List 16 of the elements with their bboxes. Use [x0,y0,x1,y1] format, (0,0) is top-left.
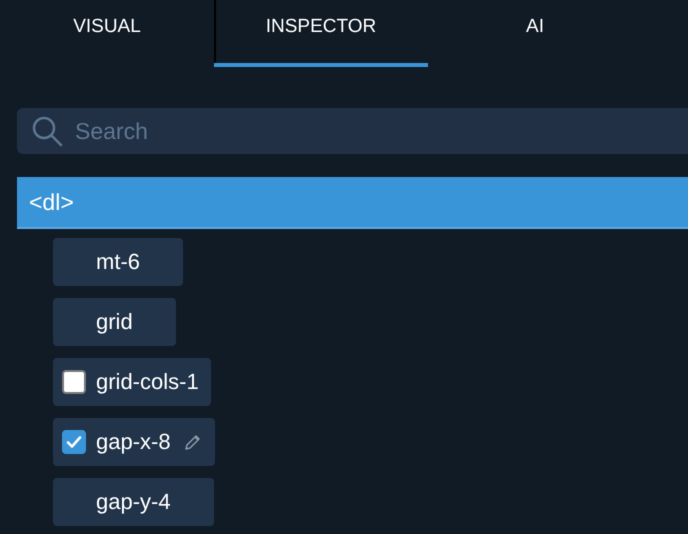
tab[interactable]: VISUAL [0,0,214,67]
class-chip[interactable]: gap-x-8 [53,418,215,466]
class-label: grid-cols-1 [96,369,199,395]
class-chip[interactable]: grid-cols-1 [53,358,211,406]
search-bar[interactable]: Search [17,108,688,154]
search-icon [31,115,63,147]
class-label: gap-x-8 [96,429,171,455]
search-input[interactable]: Search [73,116,688,146]
checkbox[interactable] [62,370,86,394]
tab[interactable]: AI [428,0,642,67]
class-chip[interactable]: grid [53,298,176,346]
class-chip[interactable]: gap-y-4 [53,478,214,526]
class-chip[interactable]: mt-6 [53,238,183,286]
checkmark-icon [66,434,82,450]
tab[interactable]: INSPECTOR [214,0,428,67]
checkbox[interactable] [62,430,86,454]
